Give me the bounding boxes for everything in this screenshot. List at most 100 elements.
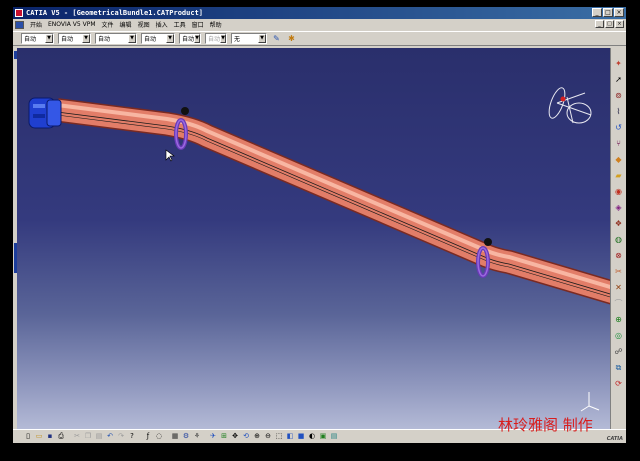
minimize-button[interactable]: _ bbox=[592, 8, 602, 17]
transparency-value: 自动 bbox=[98, 36, 111, 43]
hook-icon[interactable]: ↺ bbox=[613, 122, 624, 133]
pan-icon[interactable]: ✥ bbox=[230, 432, 240, 442]
painter-icon[interactable]: ✎ bbox=[271, 33, 282, 44]
analysis-icon[interactable]: ☍ bbox=[613, 346, 624, 357]
3d-viewport[interactable] bbox=[17, 48, 610, 429]
fly-icon[interactable]: ✈ bbox=[208, 432, 218, 442]
catia-window: CATIA V5 - [GeometricalBundle1.CATProduc… bbox=[13, 7, 626, 443]
catia-logo: CATIA bbox=[606, 436, 623, 442]
close-button[interactable]: × bbox=[614, 8, 624, 17]
update-icon[interactable]: ⟳ bbox=[613, 378, 624, 389]
constraint-icon[interactable]: ⚘ bbox=[192, 432, 202, 442]
flatten-icon[interactable]: ⊗ bbox=[613, 250, 624, 261]
save-icon[interactable]: ▪ bbox=[45, 432, 55, 442]
swap-space-icon[interactable]: ▣ bbox=[318, 432, 328, 442]
route-icon[interactable]: ◆ bbox=[613, 154, 624, 165]
clamp-icon[interactable]: ◍ bbox=[613, 234, 624, 245]
title-bar: CATIA V5 - [GeometricalBundle1.CATProduc… bbox=[13, 7, 626, 19]
menu-window[interactable]: 窗口 bbox=[189, 20, 207, 29]
fit-all-icon[interactable]: ⊞ bbox=[219, 432, 229, 442]
add-point-icon[interactable]: ⌒ bbox=[613, 298, 624, 309]
iso-view-icon[interactable]: ◧ bbox=[285, 432, 295, 442]
menu-bar: 开始 ENOVIA V5 VPM 文件 编辑 视图 插入 工具 窗口 帮助 _ … bbox=[13, 19, 626, 30]
line-type-value: 自动 bbox=[182, 36, 195, 43]
compass-widget-icon[interactable] bbox=[546, 86, 592, 124]
open-icon[interactable]: ▭ bbox=[34, 432, 44, 442]
catalog-icon[interactable]: ▦ bbox=[170, 432, 180, 442]
menu-enovia[interactable]: ENOVIA V5 VPM bbox=[45, 21, 99, 28]
hide-show-icon[interactable]: ◐ bbox=[307, 432, 317, 442]
select-arrow-icon[interactable]: ➚ bbox=[613, 74, 624, 85]
line-weight-select[interactable]: 自动 ▼ bbox=[141, 33, 175, 44]
document-controls: _ □ × bbox=[595, 20, 624, 28]
watermark-text: 林玲雅阁 制作 bbox=[498, 416, 593, 434]
menu-edit[interactable]: 编辑 bbox=[117, 20, 135, 29]
formula-icon[interactable]: ƒ bbox=[143, 432, 153, 442]
product-icon[interactable]: ⚙ bbox=[181, 432, 191, 442]
normal-view-icon[interactable]: ⬚ bbox=[274, 432, 284, 442]
graphic-properties-toolbar: 自动 ▼ 自动 ▼ 自动 ▼ 自动 ▼ 自动 ▼ 自动 ▼ 无 ▼ ✎ ✱ bbox=[13, 31, 626, 46]
new-icon[interactable]: ▯ bbox=[23, 432, 33, 442]
comment-icon[interactable]: ◌ bbox=[154, 432, 164, 442]
bend-icon[interactable]: ⊕ bbox=[613, 314, 624, 325]
workbench-toolbar: ✦ ➚ ⊚ ⌇ ↺ ⑂ ◆ ▰ ◉ ◈ ❖ ◍ ⊗ ✂ ✕ ⌒ ⊕ ◎ ☍ ⧉ … bbox=[610, 48, 626, 429]
line-color-select[interactable]: 自动 ▼ bbox=[58, 33, 91, 44]
transparency-select[interactable]: 自动 ▼ bbox=[95, 33, 137, 44]
properties-brush-icon[interactable]: ✱ bbox=[286, 33, 297, 44]
chevron-down-icon[interactable]: ▼ bbox=[194, 34, 200, 43]
fill-color-value: 自动 bbox=[24, 36, 37, 43]
fill-color-select[interactable]: 自动 ▼ bbox=[21, 33, 54, 44]
measure-icon[interactable]: ▤ bbox=[329, 432, 339, 442]
bundle-icon[interactable]: ⊚ bbox=[613, 90, 624, 101]
join-icon[interactable]: ✂ bbox=[613, 266, 624, 277]
connector-icon[interactable]: ◉ bbox=[613, 186, 624, 197]
redo-icon[interactable]: ↷ bbox=[116, 432, 126, 442]
zoom-out-icon[interactable]: ⊖ bbox=[263, 432, 273, 442]
document-menu-icon[interactable] bbox=[15, 20, 24, 29]
chevron-down-icon[interactable]: ▼ bbox=[82, 34, 90, 43]
doc-minimize-button[interactable]: _ bbox=[595, 20, 604, 28]
whats-this-icon[interactable]: ? bbox=[127, 432, 137, 442]
line-type-select[interactable]: 自动 ▼ bbox=[179, 33, 201, 44]
point-symbol-select[interactable]: 自动 ▼ bbox=[205, 33, 227, 44]
chevron-down-icon[interactable]: ▼ bbox=[45, 34, 53, 43]
catia-app-icon bbox=[15, 9, 23, 17]
menu-insert[interactable]: 插入 bbox=[153, 20, 171, 29]
restore-button[interactable]: □ bbox=[603, 8, 613, 17]
branch-icon[interactable]: ⑂ bbox=[613, 138, 624, 149]
folder-icon[interactable]: ▰ bbox=[613, 170, 624, 181]
menu-tools[interactable]: 工具 bbox=[171, 20, 189, 29]
menu-file[interactable]: 文件 bbox=[99, 20, 117, 29]
doc-restore-button[interactable]: □ bbox=[605, 20, 614, 28]
doc-close-button[interactable]: × bbox=[615, 20, 624, 28]
window-controls: _ □ × bbox=[592, 8, 624, 17]
protection-icon[interactable]: ❖ bbox=[613, 218, 624, 229]
menu-view[interactable]: 视图 bbox=[135, 20, 153, 29]
render-style-select[interactable]: 无 ▼ bbox=[231, 33, 267, 44]
rotate-icon[interactable]: ⟲ bbox=[241, 432, 251, 442]
cut-icon[interactable]: ✂ bbox=[72, 432, 82, 442]
axis-triad-icon bbox=[580, 392, 600, 412]
segment-icon[interactable]: ⌇ bbox=[613, 106, 624, 117]
print-icon[interactable]: ⎙ bbox=[56, 432, 66, 442]
chevron-down-icon[interactable]: ▼ bbox=[166, 34, 174, 43]
menu-help[interactable]: 帮助 bbox=[207, 20, 225, 29]
line-color-value: 自动 bbox=[61, 36, 74, 43]
paste-icon[interactable]: ▤ bbox=[94, 432, 104, 442]
bundle-continuity-icon[interactable]: ⧉ bbox=[613, 362, 624, 373]
check-icon[interactable]: ◎ bbox=[613, 330, 624, 341]
copy-icon[interactable]: ❐ bbox=[83, 432, 93, 442]
shading-icon[interactable]: ■ bbox=[296, 432, 306, 442]
undo-icon[interactable]: ↶ bbox=[105, 432, 115, 442]
zoom-in-icon[interactable]: ⊕ bbox=[252, 432, 262, 442]
support-icon[interactable]: ◈ bbox=[613, 202, 624, 213]
menu-start[interactable]: 开始 bbox=[27, 20, 45, 29]
connector-icon[interactable] bbox=[28, 97, 62, 129]
chevron-down-icon[interactable]: ▼ bbox=[220, 34, 226, 43]
split-icon[interactable]: ✕ bbox=[613, 282, 624, 293]
chevron-down-icon[interactable]: ▼ bbox=[258, 34, 266, 43]
chevron-down-icon[interactable]: ▼ bbox=[128, 34, 136, 43]
line-weight-value: 自动 bbox=[144, 36, 157, 43]
compass-icon[interactable]: ✦ bbox=[613, 58, 624, 69]
mouse-cursor-icon bbox=[165, 149, 175, 162]
